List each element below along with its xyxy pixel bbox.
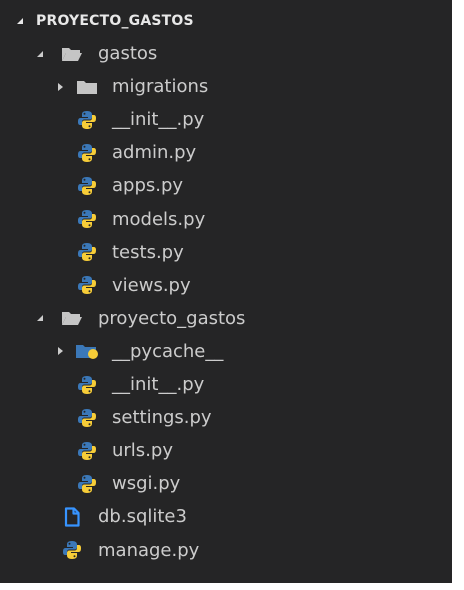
- python-folder-icon: [75, 339, 99, 363]
- tree-item-admin-py[interactable]: admin.py: [0, 136, 452, 169]
- python-icon: [75, 472, 99, 496]
- file-icon: [60, 505, 84, 529]
- chevron-down-icon[interactable]: [32, 46, 48, 62]
- tree-item-settings-py[interactable]: settings.py: [0, 401, 452, 434]
- tree-item-label: manage.py: [98, 539, 200, 561]
- tree-item-label: admin.py: [112, 142, 197, 164]
- tree-item-pycache[interactable]: __pycache__: [0, 335, 452, 368]
- tree-item-init-py[interactable]: __init__.py: [0, 103, 452, 136]
- python-icon: [75, 273, 99, 297]
- tree-item-label: proyecto_gastos: [98, 307, 246, 329]
- tree-item-label: urls.py: [112, 440, 173, 462]
- explorer-panel: PROYECTO_GASTOS gastos migrations __init__…: [0, 0, 452, 583]
- tree-item-label: __init__.py: [112, 374, 205, 395]
- tree-item-gastos[interactable]: gastos: [0, 37, 452, 70]
- tree-item-views-py[interactable]: views.py: [0, 269, 452, 302]
- tree-item-urls-py[interactable]: urls.py: [0, 434, 452, 467]
- tree-item-label: apps.py: [112, 175, 184, 197]
- tree-item-models-py[interactable]: models.py: [0, 203, 452, 236]
- python-icon: [75, 406, 99, 430]
- tree-item-tests-py[interactable]: tests.py: [0, 236, 452, 269]
- tree-item-label: db.sqlite3: [98, 506, 187, 528]
- tree-item-db-sqlite3[interactable]: db.sqlite3: [0, 500, 452, 533]
- folder-open-icon: [60, 306, 84, 330]
- tree-root-label: PROYECTO_GASTOS: [36, 13, 194, 29]
- tree-item-label: __pycache__: [112, 340, 224, 362]
- tree-item-apps-py[interactable]: apps.py: [0, 169, 452, 202]
- chevron-right-icon[interactable]: [52, 79, 68, 95]
- folder-open-icon: [60, 42, 84, 66]
- python-icon: [60, 538, 84, 562]
- python-icon: [75, 207, 99, 231]
- tree-item-label: migrations: [112, 76, 209, 98]
- tree-item-label: models.py: [112, 208, 206, 230]
- tree-item-manage-py[interactable]: manage.py: [0, 534, 452, 567]
- chevron-down-icon[interactable]: [32, 310, 48, 326]
- chevron-right-icon[interactable]: [52, 343, 68, 359]
- tree-item-init-py[interactable]: __init__.py: [0, 368, 452, 401]
- tree-item-migrations[interactable]: migrations: [0, 70, 452, 103]
- tree-item-label: tests.py: [112, 241, 184, 263]
- chevron-down-icon[interactable]: [12, 13, 28, 29]
- tree-item-proyecto-gastos[interactable]: proyecto_gastos: [0, 302, 452, 335]
- tree-item-label: gastos: [98, 43, 158, 64]
- python-icon: [75, 108, 99, 132]
- python-icon: [75, 240, 99, 264]
- tree-item-label: __init__.py: [112, 109, 205, 131]
- tree-root-proyecto-gastos[interactable]: PROYECTO_GASTOS: [0, 5, 452, 37]
- tree-item-label: settings.py: [112, 407, 212, 429]
- python-icon: [75, 174, 99, 198]
- tree-item-label: views.py: [112, 274, 191, 296]
- folder-icon: [75, 75, 99, 99]
- python-icon: [75, 141, 99, 165]
- tree-item-wsgi-py[interactable]: wsgi.py: [0, 467, 452, 500]
- tree-item-label: wsgi.py: [112, 473, 181, 495]
- python-icon: [75, 439, 99, 463]
- python-icon: [75, 373, 99, 397]
